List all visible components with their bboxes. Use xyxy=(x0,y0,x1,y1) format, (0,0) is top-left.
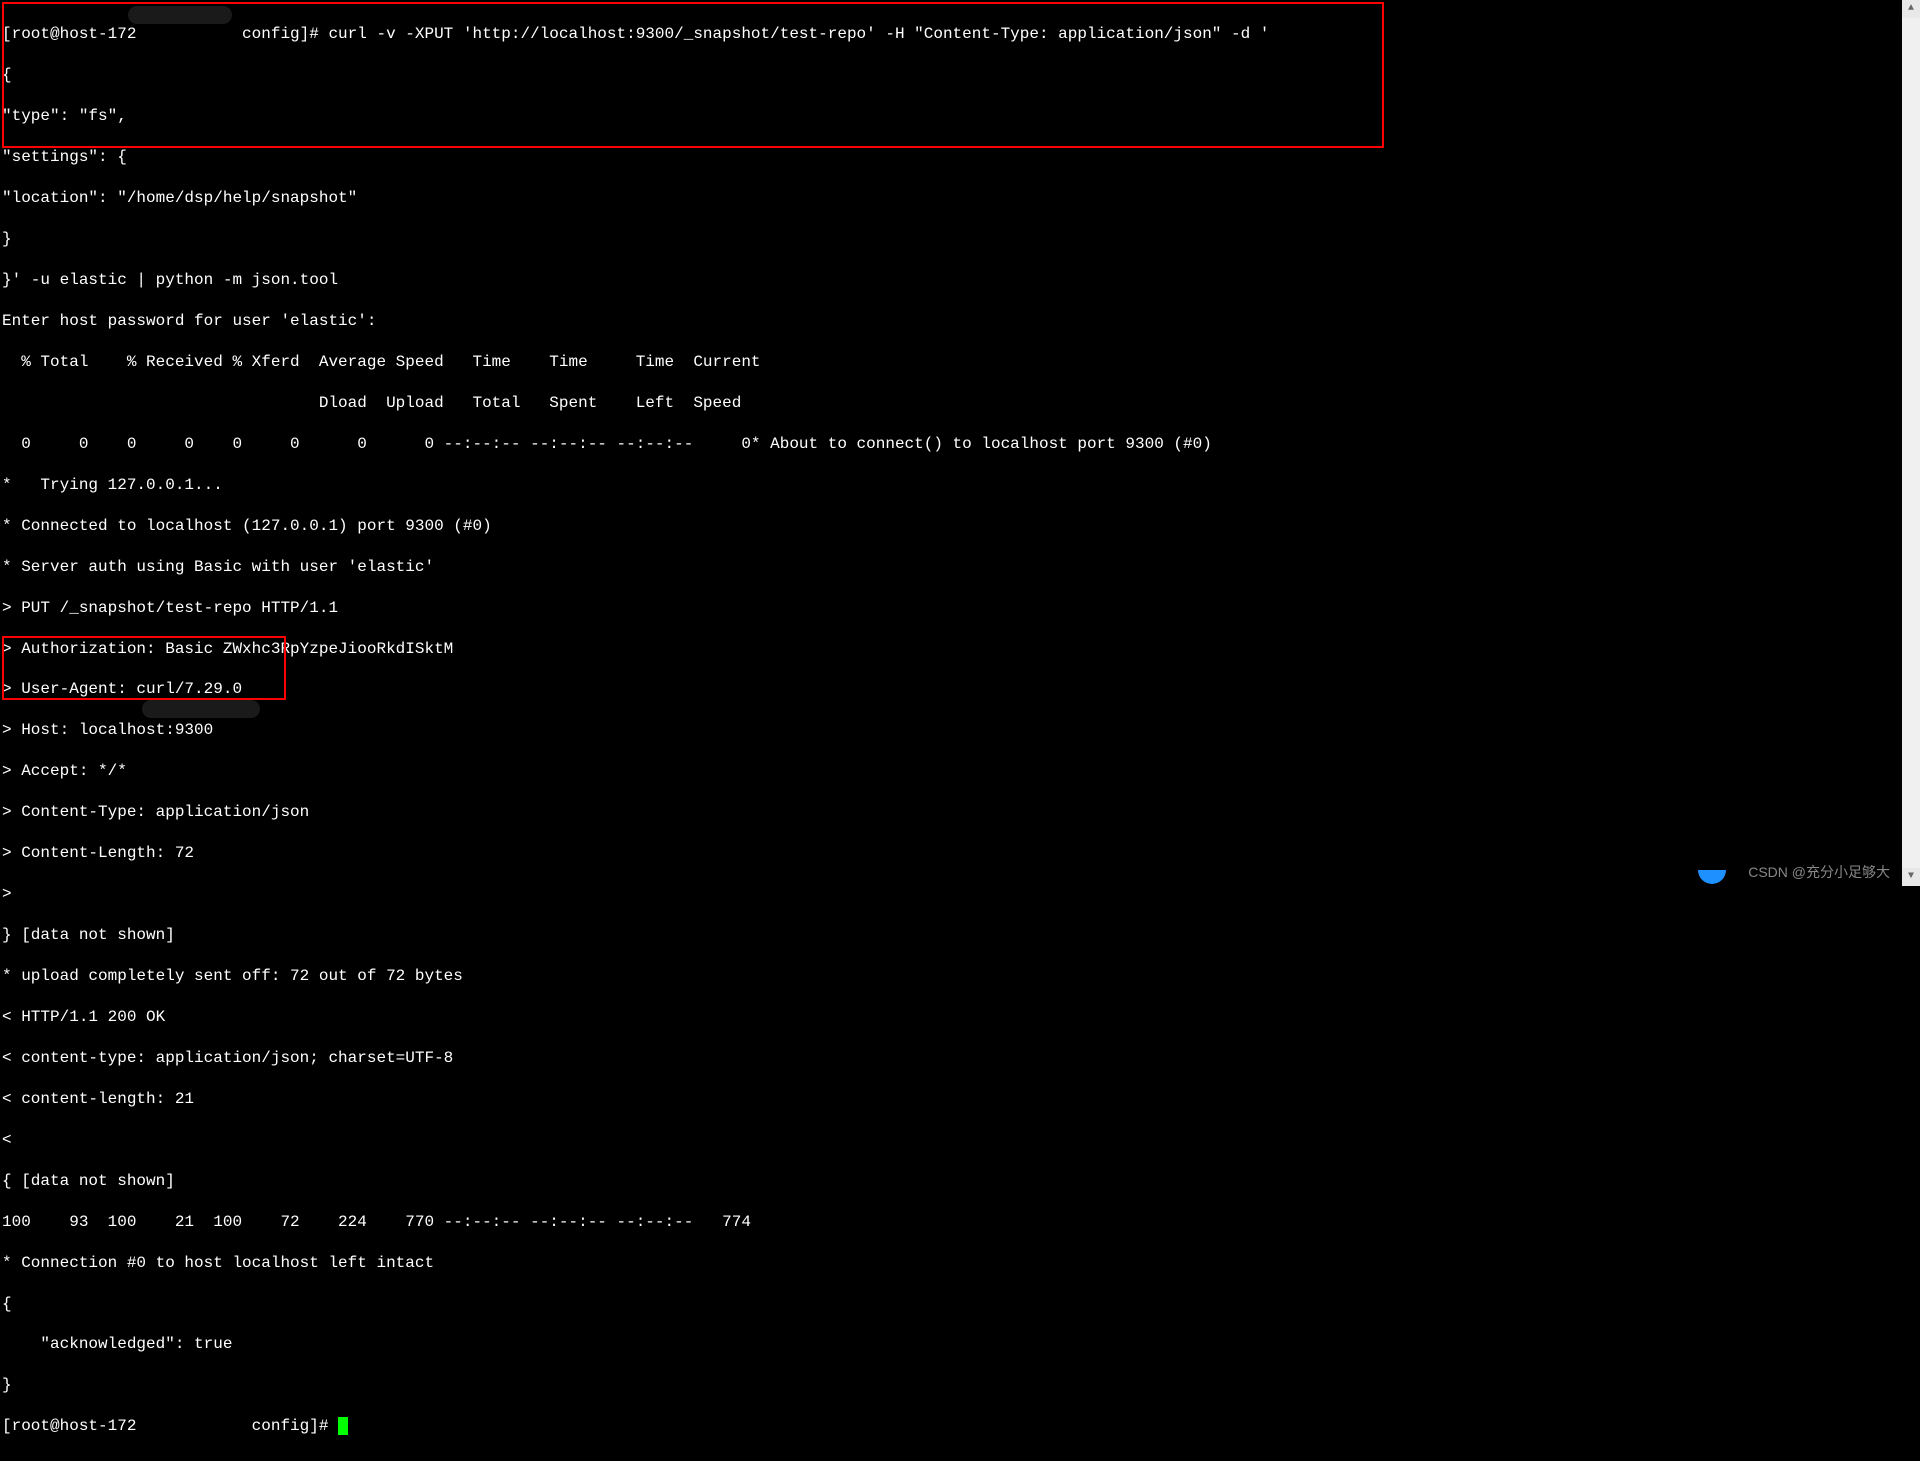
terminal-line: < content-length: 21 xyxy=(2,1089,1918,1109)
terminal-line: { [data not shown] xyxy=(2,1171,1918,1191)
terminal-line: [root@host-172 config]# curl -v -XPUT 'h… xyxy=(2,24,1918,44)
terminal-prompt-line[interactable]: [root@host-172 config]# xyxy=(2,1416,1918,1436)
terminal-line: * Server auth using Basic with user 'ela… xyxy=(2,557,1918,577)
terminal-line: "location": "/home/dsp/help/snapshot" xyxy=(2,188,1918,208)
watermark-text: CSDN @充分小足够大 xyxy=(1748,864,1890,882)
scroll-up-arrow-icon[interactable]: ▲ xyxy=(1902,0,1920,18)
terminal-line: Enter host password for user 'elastic': xyxy=(2,311,1918,331)
terminal-output[interactable]: [root@host-172 config]# curl -v -XPUT 'h… xyxy=(0,0,1920,1461)
terminal-line: > Content-Length: 72 xyxy=(2,843,1918,863)
terminal-line: }' -u elastic | python -m json.tool xyxy=(2,270,1918,290)
terminal-line: 100 93 100 21 100 72 224 770 --:--:-- --… xyxy=(2,1212,1918,1232)
terminal-line: 0 0 0 0 0 0 0 0 --:--:-- --:--:-- --:--:… xyxy=(2,434,1918,454)
scrollbar-track[interactable] xyxy=(1902,18,1920,868)
terminal-line: * Connection #0 to host localhost left i… xyxy=(2,1253,1918,1273)
terminal-line: > User-Agent: curl/7.29.0 xyxy=(2,679,1918,699)
terminal-line: * Trying 127.0.0.1... xyxy=(2,475,1918,495)
terminal-line: } [data not shown] xyxy=(2,925,1918,945)
terminal-line: > xyxy=(2,884,1918,904)
terminal-line: * Connected to localhost (127.0.0.1) por… xyxy=(2,516,1918,536)
terminal-line: > Authorization: Basic ZWxhc3RpYzpeJiooR… xyxy=(2,639,1918,659)
terminal-line: "acknowledged": true xyxy=(2,1334,1918,1354)
terminal-line: % Total % Received % Xferd Average Speed… xyxy=(2,352,1918,372)
terminal-line: } xyxy=(2,1375,1918,1395)
vertical-scrollbar[interactable]: ▲ ▼ xyxy=(1902,0,1920,886)
terminal-line: < xyxy=(2,1130,1918,1150)
terminal-line: "type": "fs", xyxy=(2,106,1918,126)
terminal-line: > PUT /_snapshot/test-repo HTTP/1.1 xyxy=(2,598,1918,618)
terminal-line: < content-type: application/json; charse… xyxy=(2,1048,1918,1068)
terminal-line: > Content-Type: application/json xyxy=(2,802,1918,822)
terminal-line: > Host: localhost:9300 xyxy=(2,720,1918,740)
terminal-line: < HTTP/1.1 200 OK xyxy=(2,1007,1918,1027)
terminal-line: { xyxy=(2,1294,1918,1314)
terminal-line: { xyxy=(2,65,1918,85)
redaction-mask xyxy=(142,700,260,718)
terminal-line: "settings": { xyxy=(2,147,1918,167)
cursor-icon xyxy=(338,1417,348,1435)
redaction-mask xyxy=(128,6,232,24)
terminal-line: Dload Upload Total Spent Left Speed xyxy=(2,393,1918,413)
terminal-line: > Accept: */* xyxy=(2,761,1918,781)
scroll-down-arrow-icon[interactable]: ▼ xyxy=(1902,868,1920,886)
terminal-line: } xyxy=(2,229,1918,249)
terminal-line: * upload completely sent off: 72 out of … xyxy=(2,966,1918,986)
